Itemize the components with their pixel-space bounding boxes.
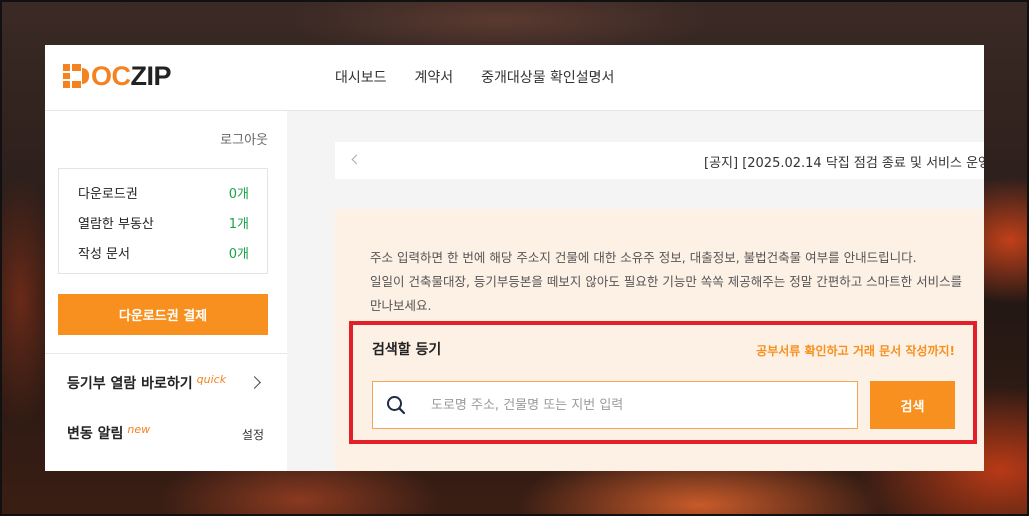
nav-property-disclosure[interactable]: 중개대상물 확인설명서	[481, 67, 614, 87]
stat-label: 열람한 부동산	[78, 216, 154, 232]
logo-mark	[63, 64, 89, 88]
registry-search-box: 검색할 등기 공부서류 확인하고 거래 문서 작성까지! 검색	[349, 321, 977, 444]
nav-contract[interactable]: 계약서	[415, 67, 454, 87]
app-window: OCZIP 대시보드 계약서 중개대상물 확인설명서 로그아웃 다운로드권 0개…	[45, 45, 984, 471]
quick-tag: quick	[196, 373, 227, 386]
main-nav: 대시보드 계약서 중개대상물 확인설명서	[335, 67, 614, 87]
divider	[45, 353, 287, 354]
alert-label: 변동 알림	[67, 426, 124, 442]
change-alert-section: 변동 알림 new 설정	[67, 423, 267, 447]
search-field[interactable]	[372, 381, 858, 429]
logout-link[interactable]: 로그아웃	[220, 129, 268, 148]
desc-line: 주소 입력하면 한 번에 해당 주소지 건물에 대한 소유주 정보, 대출정보,…	[370, 250, 917, 265]
search-panel: 주소 입력하면 한 번에 해당 주소지 건물에 대한 소유주 정보, 대출정보,…	[335, 209, 984, 471]
stat-row-written-documents: 작성 문서 0개	[78, 242, 249, 262]
desc-line: 일일이 건축물대장, 등기부등본을 떼보지 않아도 필요한 기능만 쏙쏙 제공해…	[370, 274, 963, 289]
quick-registry-view-link[interactable]: 등기부 열람 바로하기 quick	[67, 373, 267, 397]
search-hint: 공부서류 확인하고 거래 문서 작성까지!	[756, 344, 955, 358]
stat-value: 0개	[228, 186, 249, 202]
search-button[interactable]: 검색	[870, 381, 955, 429]
service-description: 주소 입력하면 한 번에 해당 주소지 건물에 대한 소유주 정보, 대출정보,…	[370, 246, 984, 318]
search-title: 검색할 등기	[372, 342, 442, 358]
search-icon	[387, 396, 406, 415]
desc-line: 만나보세요.	[370, 298, 432, 313]
stat-row-download-credits: 다운로드권 0개	[78, 182, 249, 202]
logo-text-oc: OC	[91, 60, 131, 91]
search-input[interactable]	[431, 382, 851, 428]
notice-text[interactable]: [공지] [2025.02.14 닥집 점검 종료 및 서비스 운영 안	[704, 152, 984, 171]
header: OCZIP 대시보드 계약서 중개대상물 확인설명서	[45, 45, 984, 111]
notice-bar: [공지] [2025.02.14 닥집 점검 종료 및 서비스 운영 안	[335, 142, 984, 179]
stat-label: 다운로드권	[78, 186, 138, 202]
sidebar: 로그아웃 다운로드권 0개 열람한 부동산 1개 작성 문서 0개 다운로드권 …	[45, 111, 287, 471]
stat-label: 작성 문서	[78, 246, 130, 262]
new-tag: new	[127, 423, 151, 436]
buy-download-credits-button[interactable]: 다운로드권 결제	[58, 294, 268, 335]
quick-label: 등기부 열람 바로하기	[67, 376, 193, 392]
usage-stats: 다운로드권 0개 열람한 부동산 1개 작성 문서 0개	[58, 168, 268, 274]
chevron-right-icon	[248, 376, 261, 389]
stat-row-viewed-properties: 열람한 부동산 1개	[78, 212, 249, 232]
chevron-left-icon[interactable]	[351, 154, 362, 165]
stat-value: 1개	[228, 216, 249, 232]
logo-text-zip: ZIP	[130, 60, 172, 91]
stat-value: 0개	[228, 246, 249, 262]
logo[interactable]: OCZIP	[63, 60, 172, 91]
nav-dashboard[interactable]: 대시보드	[335, 67, 387, 87]
alert-settings-link[interactable]: 설정	[242, 426, 264, 443]
